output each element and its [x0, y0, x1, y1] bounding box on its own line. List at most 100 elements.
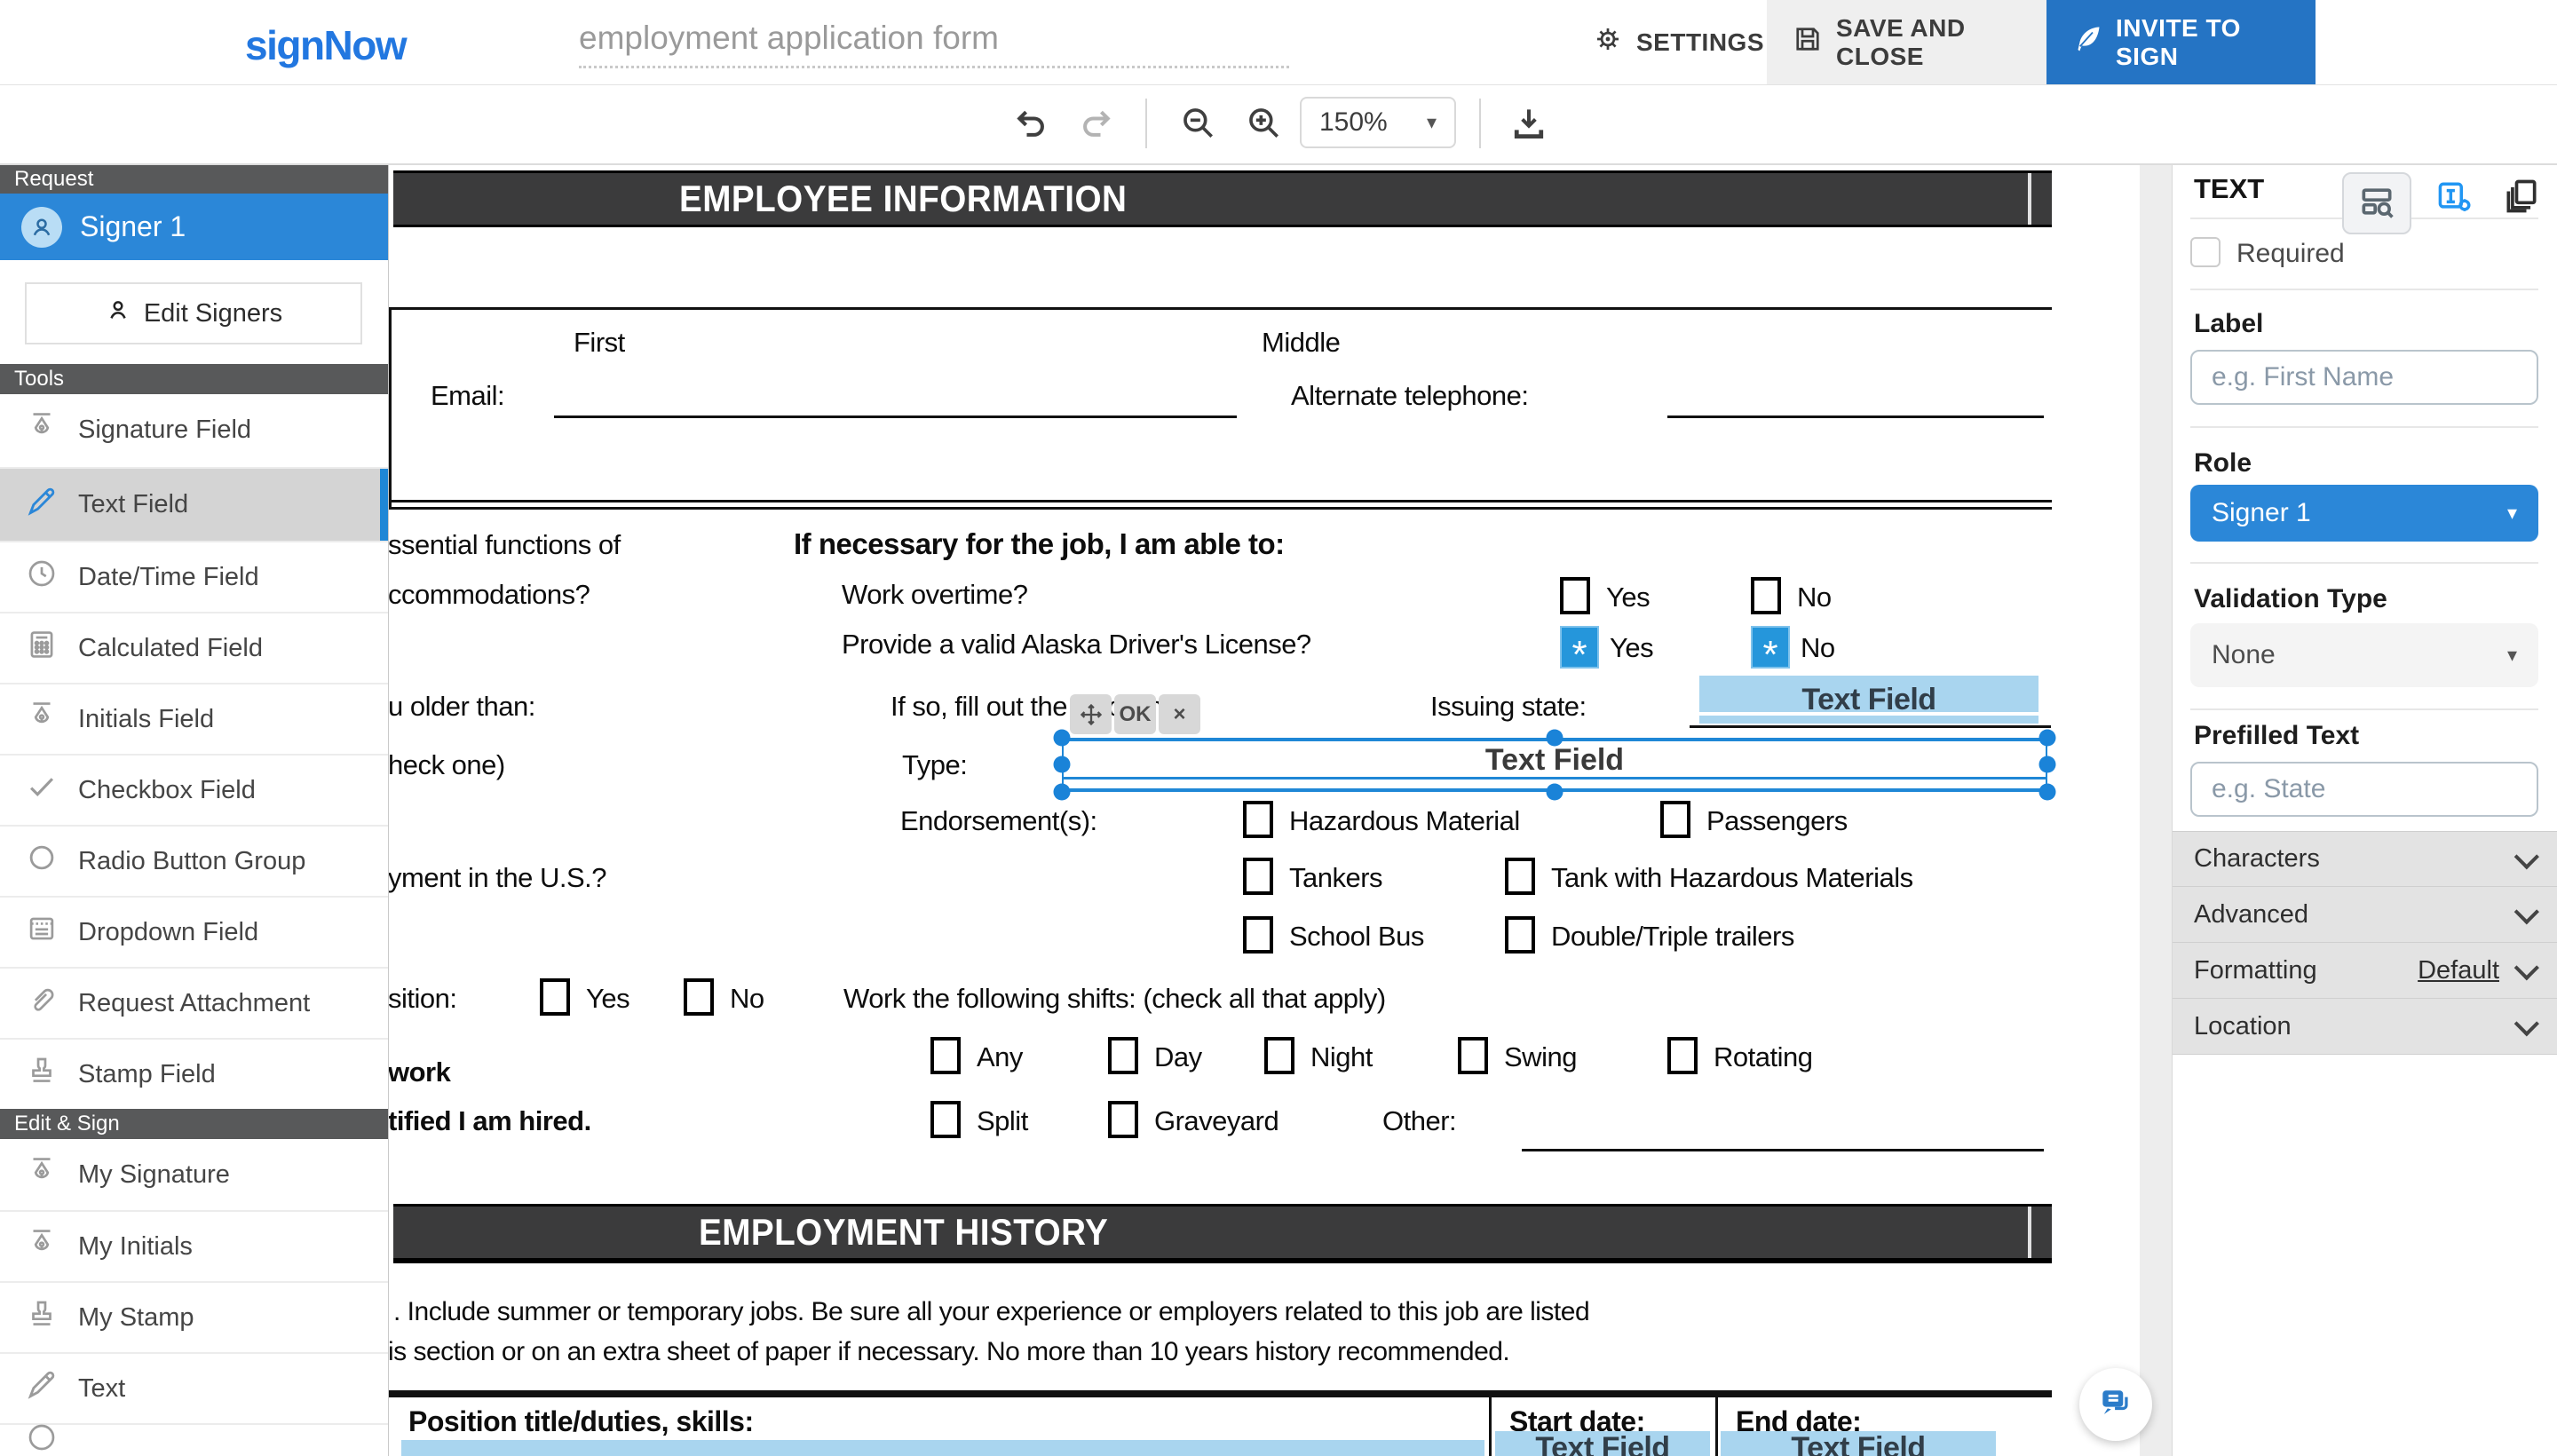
support-chat-button[interactable]: [2079, 1368, 2152, 1441]
pages-copy-icon[interactable]: [2502, 177, 2541, 216]
document-title-input[interactable]: employment application form: [579, 20, 1289, 68]
save-and-close-button[interactable]: SAVE AND CLOSE: [1767, 0, 2046, 84]
required-checkbox-field[interactable]: *: [1560, 626, 1599, 669]
checkbox[interactable]: [1243, 916, 1273, 954]
undo-icon[interactable]: [1012, 104, 1051, 143]
accordion-characters[interactable]: Characters: [2173, 831, 2557, 887]
sidebar-item-request-attachment[interactable]: Request Attachment: [0, 967, 388, 1038]
checkbox[interactable]: [930, 1101, 961, 1138]
checkbox[interactable]: [1243, 801, 1273, 838]
resize-handle[interactable]: [1054, 756, 1071, 773]
shift-option: Any: [977, 1041, 1023, 1073]
other-label: Other:: [1382, 1105, 1456, 1137]
required-checkbox[interactable]: [2190, 237, 2221, 267]
sidebar-item-calculated-field[interactable]: Calculated Field: [0, 612, 388, 683]
fields-overview-button[interactable]: [2342, 172, 2411, 234]
resize-handle[interactable]: [1547, 784, 1563, 801]
checkbox[interactable]: [540, 978, 570, 1016]
toolbar-divider: [1145, 99, 1147, 148]
chat-bubbles-icon: [2096, 1383, 2135, 1427]
text-field-settings-icon[interactable]: [2434, 177, 2474, 216]
chevron-down-icon: [2514, 955, 2539, 980]
sidebar-item-label: Stamp Field: [78, 1060, 216, 1089]
sidebar-item-partial[interactable]: [0, 1423, 388, 1456]
pencil-icon: [25, 485, 59, 526]
signer-avatar: [21, 207, 62, 248]
section-title: EMPLOYEE INFORMATION: [679, 178, 1127, 220]
shifts-question: Work the following shifts: (check all th…: [843, 983, 1386, 1015]
save-icon: [1792, 23, 1824, 61]
checkbox[interactable]: [1751, 577, 1781, 614]
formatting-default-link[interactable]: Default: [2418, 956, 2499, 985]
zoom-level-select[interactable]: 150% ▾: [1300, 97, 1456, 148]
history-paragraph: is section or on an extra sheet of paper…: [388, 1337, 1509, 1367]
checkbox[interactable]: [1108, 1037, 1138, 1074]
sidebar-item-radio-button-group[interactable]: Radio Button Group: [0, 825, 388, 896]
text-field-placed[interactable]: Text Field: [1721, 1431, 1996, 1456]
text-field-placed[interactable]: Text Field: [1495, 1431, 1710, 1456]
sidebar-item-initials-field[interactable]: Initials Field: [0, 683, 388, 754]
sidebar-item-text-field[interactable]: Text Field: [0, 467, 388, 541]
sidebar-item-text[interactable]: Text: [0, 1352, 388, 1423]
resize-handle[interactable]: [2039, 730, 2056, 747]
accordion-advanced[interactable]: Advanced: [2173, 887, 2557, 943]
stamp-icon: [25, 1297, 59, 1338]
form-rule: [389, 307, 392, 509]
prefilled-text-input[interactable]: [2190, 762, 2538, 817]
role-select[interactable]: Signer 1 ▾: [2190, 485, 2538, 542]
sidebar-item-checkbox-field[interactable]: Checkbox Field: [0, 754, 388, 825]
checkbox[interactable]: [1264, 1037, 1294, 1074]
accordion-formatting[interactable]: Formatting Default: [2173, 943, 2557, 999]
accordion-label: Advanced: [2194, 900, 2308, 930]
required-checkbox-field[interactable]: *: [1751, 626, 1790, 669]
sidebar-item-my-signature[interactable]: My Signature: [0, 1139, 388, 1210]
sidebar-item-my-initials[interactable]: My Initials: [0, 1210, 388, 1281]
workspace-scrollbar[interactable]: [2140, 164, 2172, 1456]
column-header-position: Position title/duties, skills:: [408, 1405, 754, 1438]
feather-icon: [2071, 23, 2103, 61]
resize-handle[interactable]: [1054, 784, 1071, 801]
cut-text: ccommodations?: [388, 579, 590, 611]
signer-1-row[interactable]: Signer 1: [0, 194, 388, 260]
field-properties-panel: TEXT Required Label Role Signer 1 ▾ Vali…: [2172, 164, 2557, 1456]
resize-handle[interactable]: [1547, 730, 1563, 747]
close-icon[interactable]: ×: [1159, 694, 1200, 734]
resize-handle[interactable]: [1054, 730, 1071, 747]
sidebar-item-date-time-field[interactable]: Date/Time Field: [0, 541, 388, 612]
checkbox[interactable]: [930, 1037, 961, 1074]
label-input[interactable]: [2190, 350, 2538, 405]
accordion-location[interactable]: Location: [2173, 999, 2557, 1055]
checkbox[interactable]: [1108, 1101, 1138, 1138]
invite-to-sign-label: INVITE TO SIGN: [2116, 14, 2291, 71]
checkbox[interactable]: [684, 978, 714, 1016]
invite-to-sign-button[interactable]: INVITE TO SIGN: [2046, 0, 2316, 84]
text-field-placed-issuing-state[interactable]: Text Field: [1699, 676, 2038, 724]
pen-nib-icon: [25, 1226, 59, 1267]
chevron-down-icon: ▾: [2507, 502, 2517, 525]
checkbox[interactable]: [1243, 858, 1273, 895]
checkbox[interactable]: [1560, 577, 1590, 614]
checkbox[interactable]: [1660, 801, 1690, 838]
resize-handle[interactable]: [2039, 756, 2056, 773]
sidebar-item-dropdown-field[interactable]: Dropdown Field: [0, 896, 388, 967]
edit-signers-button[interactable]: Edit Signers: [25, 282, 362, 344]
redo-icon[interactable]: [1076, 104, 1115, 143]
zoom-out-icon[interactable]: [1179, 104, 1218, 143]
checkbox[interactable]: [1505, 916, 1535, 954]
sidebar-item-my-stamp[interactable]: My Stamp: [0, 1281, 388, 1352]
checkbox[interactable]: [1458, 1037, 1488, 1074]
panel-divider: [2190, 289, 2538, 290]
checkbox[interactable]: [1667, 1037, 1698, 1074]
validation-type-select[interactable]: None ▾: [2190, 623, 2538, 687]
sidebar-item-signature-field[interactable]: Signature Field: [0, 394, 388, 465]
settings-button[interactable]: SETTINGS: [1567, 0, 1789, 84]
ok-mini-button[interactable]: OK: [1114, 694, 1156, 734]
resize-handle[interactable]: [2039, 784, 2056, 801]
move-handle[interactable]: [1070, 694, 1112, 734]
sidebar-item-stamp-field[interactable]: Stamp Field: [0, 1038, 388, 1109]
checkbox[interactable]: [1505, 858, 1535, 895]
zoom-in-icon[interactable]: [1245, 104, 1284, 143]
download-icon[interactable]: [1509, 104, 1548, 143]
text-field-placed[interactable]: [401, 1440, 1484, 1456]
cut-text: heck one): [388, 749, 505, 781]
